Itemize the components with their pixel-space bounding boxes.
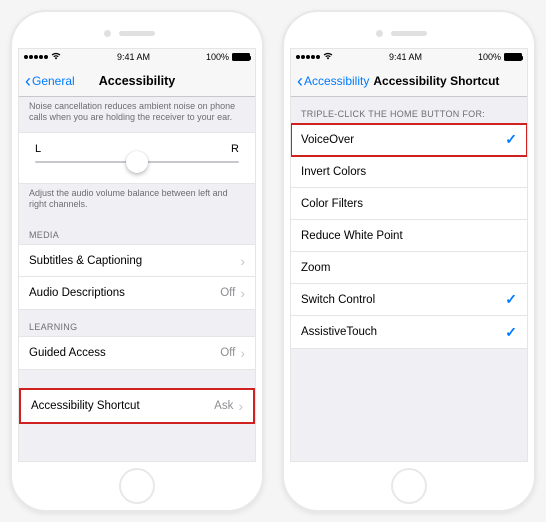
phone-left: 9:41 AM 100% ‹ General Accessibility Noi… <box>10 10 264 512</box>
wifi-icon <box>51 52 61 62</box>
battery-icon <box>504 53 522 61</box>
row-label: Color Filters <box>301 198 363 210</box>
battery-percent: 100% <box>478 52 501 62</box>
nav-bar: ‹ General Accessibility <box>19 65 255 97</box>
section-header-learning: LEARNING <box>19 310 255 336</box>
phone-right: 9:41 AM 100% ‹ Accessibility Accessibili… <box>282 10 536 512</box>
row-label: Accessibility Shortcut <box>31 400 140 412</box>
home-button[interactable] <box>119 468 155 504</box>
row-shortcut-option[interactable]: Color Filters <box>291 188 527 220</box>
front-camera <box>104 30 111 37</box>
row-label: VoiceOver <box>301 134 354 146</box>
back-button[interactable]: ‹ Accessibility <box>297 72 369 90</box>
battery-icon <box>232 53 250 61</box>
phone-top <box>290 18 528 48</box>
row-accessibility-shortcut[interactable]: Accessibility Shortcut Ask › <box>21 390 253 422</box>
chevron-left-icon: ‹ <box>25 72 31 90</box>
section-header-media: MEDIA <box>19 218 255 244</box>
phone-speaker <box>391 31 427 36</box>
audio-balance-slider[interactable] <box>35 161 239 163</box>
signal-dots-icon <box>24 55 48 59</box>
shortcut-list: VoiceOver ✓ Invert Colors Color Filters Redu… <box>291 123 527 349</box>
row-audio-descriptions[interactable]: Audio Descriptions Off › <box>19 277 255 309</box>
row-value: Off <box>220 347 235 359</box>
row-label: Reduce White Point <box>301 230 403 242</box>
row-label: Audio Descriptions <box>29 287 125 299</box>
signal-dots-icon <box>296 55 320 59</box>
wifi-icon <box>323 52 333 62</box>
phone-speaker <box>119 31 155 36</box>
status-time: 9:41 AM <box>117 52 150 62</box>
shortcut-group: Accessibility Shortcut Ask › <box>19 388 255 424</box>
balance-hint: Adjust the audio volume balance between … <box>19 184 255 219</box>
front-camera <box>376 30 383 37</box>
row-shortcut-option[interactable]: Switch Control ✓ <box>291 284 527 316</box>
section-header-triple-click: TRIPLE-CLICK THE HOME BUTTON FOR: <box>291 97 527 123</box>
check-icon: ✓ <box>505 291 517 308</box>
back-button[interactable]: ‹ General <box>25 72 75 90</box>
row-guided-access[interactable]: Guided Access Off › <box>19 337 255 369</box>
slider-left-label: L <box>35 143 41 155</box>
row-label: Subtitles & Captioning <box>29 255 142 267</box>
chevron-right-icon: › <box>240 253 245 269</box>
row-label: Invert Colors <box>301 166 366 178</box>
chevron-right-icon: › <box>240 345 245 361</box>
status-bar: 9:41 AM 100% <box>19 49 255 65</box>
row-shortcut-option[interactable]: VoiceOver ✓ <box>291 124 527 156</box>
row-label: Switch Control <box>301 294 375 306</box>
chevron-left-icon: ‹ <box>297 72 303 90</box>
row-value: Ask <box>214 400 233 412</box>
phone-top <box>18 18 256 48</box>
check-icon: ✓ <box>505 131 517 148</box>
row-label: AssistiveTouch <box>301 326 377 338</box>
content-right: TRIPLE-CLICK THE HOME BUTTON FOR: VoiceO… <box>291 97 527 461</box>
chevron-right-icon: › <box>238 398 243 414</box>
back-label: General <box>32 74 75 88</box>
noise-cancel-hint: Noise cancellation reduces ambient noise… <box>19 97 255 132</box>
row-shortcut-option[interactable]: AssistiveTouch ✓ <box>291 316 527 348</box>
content-left: Noise cancellation reduces ambient noise… <box>19 97 255 461</box>
row-shortcut-option[interactable]: Reduce White Point <box>291 220 527 252</box>
slider-thumb[interactable] <box>126 151 148 173</box>
row-shortcut-option[interactable]: Invert Colors <box>291 156 527 188</box>
status-bar: 9:41 AM 100% <box>291 49 527 65</box>
back-label: Accessibility <box>304 74 369 88</box>
row-label: Zoom <box>301 262 330 274</box>
slider-right-label: R <box>231 143 239 155</box>
row-subtitles[interactable]: Subtitles & Captioning › <box>19 245 255 277</box>
row-value: Off <box>220 287 235 299</box>
row-shortcut-option[interactable]: Zoom <box>291 252 527 284</box>
screen-left: 9:41 AM 100% ‹ General Accessibility Noi… <box>18 48 256 462</box>
nav-title: Accessibility <box>99 74 175 88</box>
audio-balance-slider-block: L R <box>19 132 255 184</box>
screen-right: 9:41 AM 100% ‹ Accessibility Accessibili… <box>290 48 528 462</box>
home-button[interactable] <box>391 468 427 504</box>
battery-percent: 100% <box>206 52 229 62</box>
chevron-right-icon: › <box>240 285 245 301</box>
learning-group: Guided Access Off › <box>19 336 255 370</box>
nav-title: Accessibility Shortcut <box>373 74 499 88</box>
nav-bar: ‹ Accessibility Accessibility Shortcut <box>291 65 527 97</box>
status-time: 9:41 AM <box>389 52 422 62</box>
check-icon: ✓ <box>505 324 517 341</box>
row-label: Guided Access <box>29 347 106 359</box>
media-group: Subtitles & Captioning › Audio Descripti… <box>19 244 255 310</box>
